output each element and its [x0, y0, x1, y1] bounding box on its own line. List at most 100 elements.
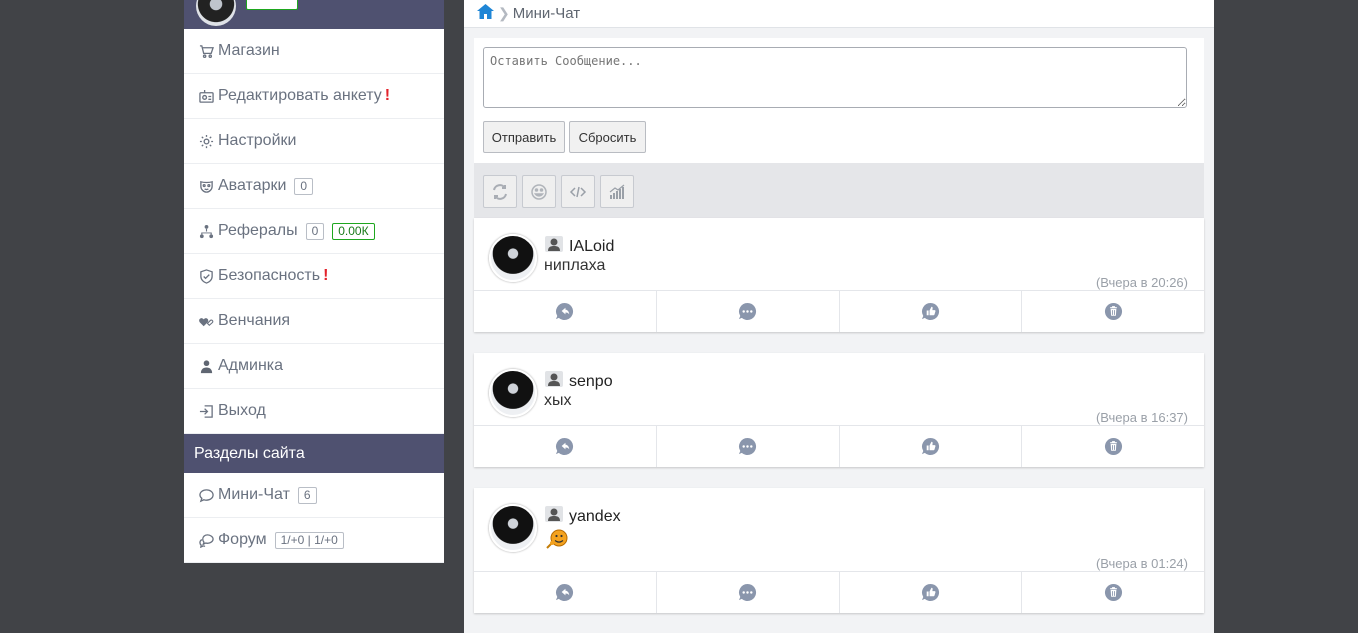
comment-icon — [739, 583, 757, 602]
like-button[interactable] — [840, 291, 1023, 332]
chat-message: senpo хых (Вчера в 16:37) — [474, 353, 1204, 467]
hierarchy-icon — [197, 222, 215, 240]
thumb-icon — [921, 583, 939, 602]
trash-icon — [1104, 302, 1122, 321]
like-button[interactable] — [840, 572, 1023, 613]
sidebar-item-minichat[interactable]: Мини-Чат 6 — [184, 473, 444, 518]
message-actions — [474, 425, 1204, 467]
count-badge: 0 — [305, 222, 325, 240]
logout-icon — [197, 402, 215, 420]
bar-chart-icon — [609, 184, 625, 199]
sidebar-item-label: Венчания — [218, 312, 291, 329]
count-badge: 6 — [297, 486, 317, 504]
thumb-icon — [921, 302, 939, 321]
message-time: (Вчера в 20:26) — [1095, 275, 1188, 290]
delete-button[interactable] — [1022, 426, 1204, 467]
sidebar-item-shop[interactable]: Магазин — [184, 29, 444, 74]
chevron-right-icon: ❯ — [498, 5, 510, 21]
trash-icon — [1104, 583, 1122, 602]
reply-icon — [556, 437, 574, 456]
avatar[interactable] — [196, 0, 236, 26]
sidebar-item-edit-profile[interactable]: Редактировать анкету ! — [184, 74, 444, 119]
shield-icon — [197, 267, 215, 285]
sidebar-item-admin[interactable]: Админка — [184, 344, 444, 389]
reply-button[interactable] — [474, 572, 657, 613]
reset-button[interactable]: Сбросить — [569, 121, 646, 153]
main-panel: ❯ Мини-Чат Отправить Сбросить IALoid нип… — [464, 0, 1214, 633]
sidebar-item-settings[interactable]: Настройки — [184, 119, 444, 164]
chat-bubble-icon — [197, 486, 215, 504]
gear-icon — [197, 132, 215, 150]
sidebar-item-label: Редактировать анкету — [218, 87, 382, 104]
comment-icon — [739, 302, 757, 321]
user-rank-icon — [545, 371, 563, 387]
quote-button[interactable] — [657, 291, 840, 332]
avatar[interactable] — [489, 369, 537, 417]
user-rank-icon — [545, 506, 563, 522]
chat-message: IALoid ниплаха (Вчера в 20:26) — [474, 218, 1204, 332]
cart-icon — [197, 42, 215, 60]
chat-message: yandex (Вчера в 01:24) — [474, 488, 1204, 613]
sidebar-item-label: Выход — [218, 402, 266, 419]
refresh-icon — [493, 183, 507, 200]
profile-header — [184, 0, 444, 29]
compose-form: Отправить Сбросить — [474, 38, 1204, 163]
sidebar-item-label: Аватарки — [218, 177, 287, 194]
message-actions — [474, 571, 1204, 613]
sidebar-item-label: Мини-Чат — [218, 486, 290, 503]
sidebar-item-logout[interactable]: Выход — [184, 389, 444, 434]
smile-icon — [531, 183, 547, 200]
delete-button[interactable] — [1022, 291, 1204, 332]
toolbar — [474, 163, 1204, 218]
section-title: Разделы сайта — [184, 434, 444, 473]
mask-icon — [197, 177, 215, 195]
quote-button[interactable] — [657, 572, 840, 613]
comment-icon — [739, 437, 757, 456]
sidebar-item-label: Форум — [218, 531, 267, 548]
reply-button[interactable] — [474, 426, 657, 467]
count-badge: 0 — [294, 177, 314, 195]
thumb-icon — [921, 437, 939, 456]
smiles-button[interactable] — [522, 175, 556, 208]
sidebar-item-security[interactable]: Безопасность ! — [184, 254, 444, 299]
count-badge: 1/+0 | 1/+0 — [274, 531, 344, 549]
sidebar-item-referrals[interactable]: Рефералы 0 0.00К — [184, 209, 444, 254]
message-text: хых — [544, 392, 572, 409]
reply-button[interactable] — [474, 291, 657, 332]
code-button[interactable] — [561, 175, 595, 208]
sidebar-item-label: Магазин — [218, 42, 280, 59]
code-icon — [569, 186, 587, 197]
emoticon-icon — [546, 529, 568, 549]
refresh-button[interactable] — [483, 175, 517, 208]
sidebar-item-label: Админка — [218, 357, 284, 374]
home-icon[interactable] — [477, 4, 494, 23]
avatar[interactable] — [489, 234, 537, 282]
delete-button[interactable] — [1022, 572, 1204, 613]
user-rank-icon — [545, 236, 563, 252]
sidebar-item-forum[interactable]: Форум 1/+0 | 1/+0 — [184, 518, 444, 563]
sidebar: Магазин Редактировать анкету ! Настройки… — [184, 0, 444, 563]
quote-button[interactable] — [657, 426, 840, 467]
breadcrumb-current: Мини-Чат — [512, 5, 581, 22]
username[interactable]: IALoid — [569, 238, 614, 256]
sidebar-item-weddings[interactable]: Венчания — [184, 299, 444, 344]
sidebar-item-label: Рефералы — [218, 222, 298, 239]
message-input[interactable] — [483, 47, 1187, 108]
alert-mark: ! — [384, 87, 391, 104]
message-time: (Вчера в 01:24) — [1095, 556, 1188, 571]
username[interactable]: yandex — [569, 508, 621, 526]
sidebar-item-avatars[interactable]: Аватарки 0 — [184, 164, 444, 209]
message-time: (Вчера в 16:37) — [1095, 410, 1188, 425]
avatar[interactable] — [489, 504, 537, 552]
status-badge — [246, 0, 298, 10]
balance-badge: 0.00К — [332, 222, 375, 240]
breadcrumb: ❯ Мини-Чат — [464, 0, 1214, 28]
trash-icon — [1104, 437, 1122, 456]
send-button[interactable]: Отправить — [483, 121, 565, 153]
alert-mark: ! — [323, 267, 329, 284]
id-card-icon — [197, 87, 215, 105]
hearts-icon — [197, 312, 215, 330]
like-button[interactable] — [840, 426, 1023, 467]
stats-button[interactable] — [600, 175, 634, 208]
username[interactable]: senpo — [569, 373, 613, 391]
